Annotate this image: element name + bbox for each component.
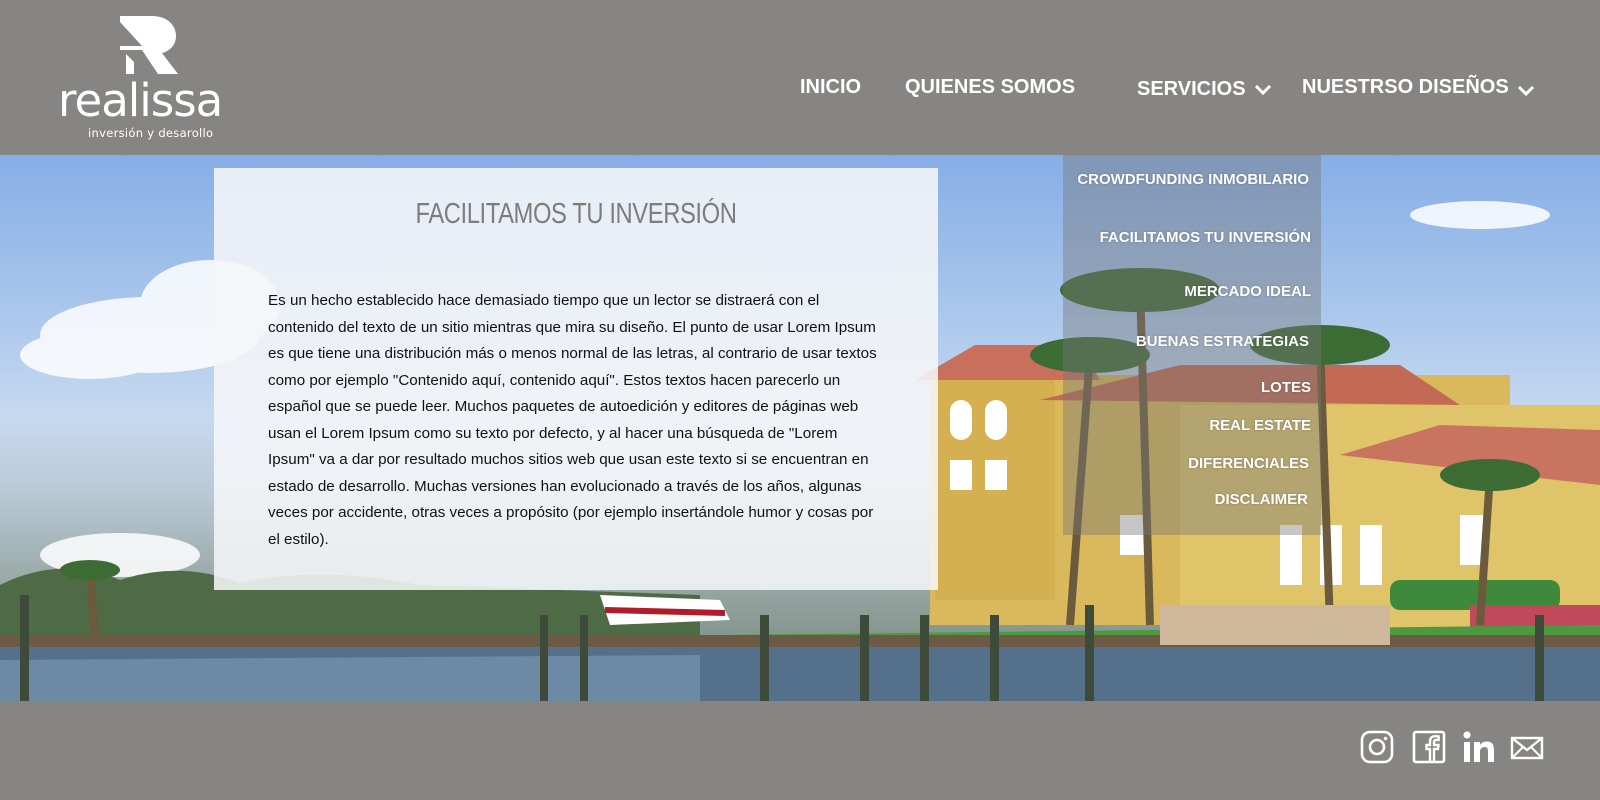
dropdown-item-facilitamos[interactable]: FACILITAMOS TU INVERSIÓN: [1100, 229, 1311, 246]
dropdown-item-disclaimer[interactable]: DISCLAIMER: [1215, 491, 1308, 508]
dropdown-item-real-estate[interactable]: REAL ESTATE: [1209, 417, 1311, 434]
servicios-dropdown-menu: CROWDFUNDING INMOBILARIO FACILITAMOS TU …: [1063, 155, 1321, 535]
nav-item-inicio[interactable]: INICIO: [800, 76, 861, 99]
nav-item-nuestros-disenos[interactable]: NUESTRSO DISEÑOS: [1302, 76, 1535, 99]
site-footer: [0, 701, 1600, 800]
dropdown-item-buenas-estrategias[interactable]: BUENAS ESTRATEGIAS: [1136, 333, 1309, 350]
nav-item-quienes-somos[interactable]: QUIENES SOMOS: [905, 76, 1075, 99]
site-header: realissa inversión y desarollo INICIO QU…: [0, 0, 1600, 155]
dropdown-item-diferenciales[interactable]: DIFERENCIALES: [1188, 455, 1309, 472]
content-body: Es un hecho establecido hace demasiado t…: [268, 292, 877, 548]
nav-item-label: INICIO: [800, 76, 862, 98]
instagram-icon[interactable]: [1360, 730, 1394, 764]
brand-tagline: inversión y desarollo: [88, 126, 214, 140]
chevron-down-icon: [1254, 84, 1271, 95]
dropdown-item-mercado-ideal[interactable]: MERCADO IDEAL: [1184, 283, 1311, 300]
dropdown-item-crowdfunding[interactable]: CROWDFUNDING INMOBILARIO: [1077, 171, 1309, 188]
chevron-down-icon: [1517, 85, 1534, 96]
nav-item-label: SERVICIOS: [1137, 78, 1246, 100]
nav-item-label: QUIENES SOMOS: [905, 76, 1076, 98]
content-card: FACILITAMOS TU INVERSIÓN Es un hecho est…: [214, 168, 938, 590]
main-nav: INICIO QUIENES SOMOS SERVICIOS NUESTRSO …: [0, 76, 1600, 106]
content-title: FACILITAMOS TU INVERSIÓN: [415, 198, 737, 230]
facebook-icon[interactable]: [1412, 730, 1446, 764]
mail-icon[interactable]: [1510, 730, 1544, 764]
nav-item-label: NUESTRSO DISEÑOS: [1302, 76, 1509, 98]
nav-item-servicios[interactable]: SERVICIOS: [1137, 78, 1272, 101]
r-logo-icon: [120, 16, 178, 74]
dropdown-item-lotes[interactable]: LOTES: [1261, 379, 1311, 396]
hero-banner: FACILITAMOS TU INVERSIÓN Es un hecho est…: [0, 155, 1600, 701]
linkedin-icon[interactable]: [1462, 730, 1496, 764]
